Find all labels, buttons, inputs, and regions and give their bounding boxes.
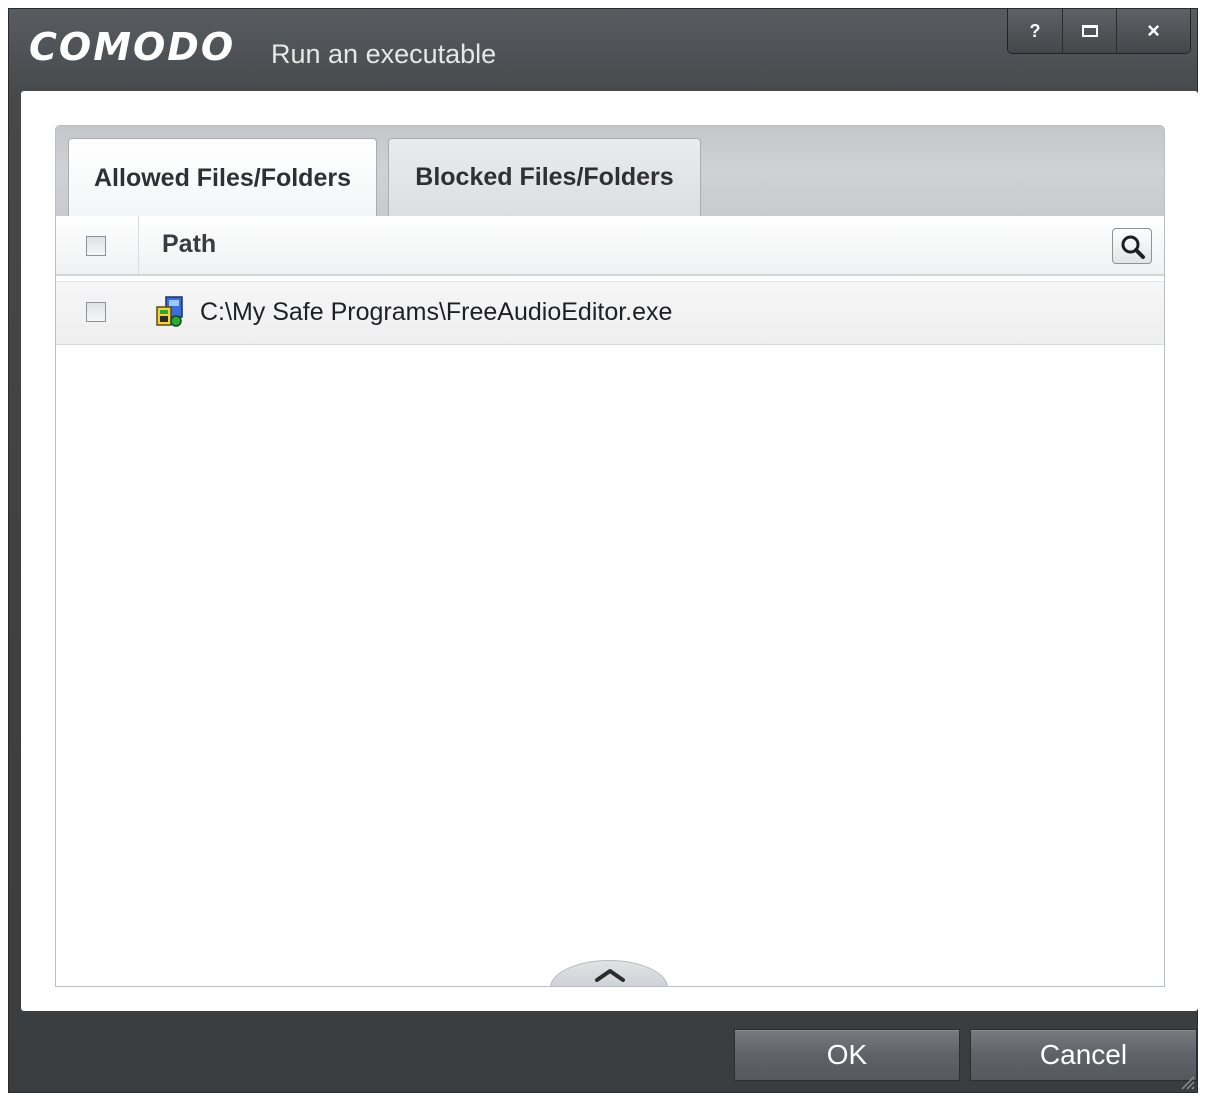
close-button[interactable]: × [1116,9,1190,53]
table-row[interactable]: C:\My Safe Programs\FreeAudioEditor.exe [56,281,1164,345]
ok-button[interactable]: OK [734,1029,960,1081]
table-header: Path [56,216,1164,276]
row-path-text: C:\My Safe Programs\FreeAudioEditor.exe [200,298,673,326]
search-button[interactable] [1112,228,1152,264]
dialog-content: Allowed Files/Folders Blocked Files/Fold… [21,91,1198,1011]
column-divider [138,216,139,274]
collapse-panel-button[interactable] [550,960,668,986]
window-controls: ? × [1007,9,1191,54]
resize-grip-icon[interactable] [1177,1072,1195,1090]
tab-panel: Allowed Files/Folders Blocked Files/Fold… [55,125,1165,987]
maximize-button[interactable] [1062,9,1116,53]
tab-strip: Allowed Files/Folders Blocked Files/Fold… [56,126,1164,218]
chevron-up-icon [595,969,625,982]
dialog-window: COMODO Run an executable ? × Allowed Fil… [8,8,1198,1093]
select-all-checkbox[interactable] [86,236,106,256]
maximize-icon [1081,25,1098,37]
path-column-header[interactable]: Path [162,230,216,259]
executable-file-icon [156,296,183,327]
help-button[interactable]: ? [1008,9,1062,53]
tab-allowed-files-folders[interactable]: Allowed Files/Folders [68,138,377,218]
row-checkbox[interactable] [86,302,106,322]
comodo-logo: COMODO [29,25,236,69]
cancel-button[interactable]: Cancel [970,1029,1197,1081]
title-bar[interactable]: COMODO Run an executable ? × [9,9,1197,91]
tab-blocked-files-folders[interactable]: Blocked Files/Folders [388,138,701,216]
window-title: Run an executable [271,39,497,69]
search-icon [1121,235,1145,259]
